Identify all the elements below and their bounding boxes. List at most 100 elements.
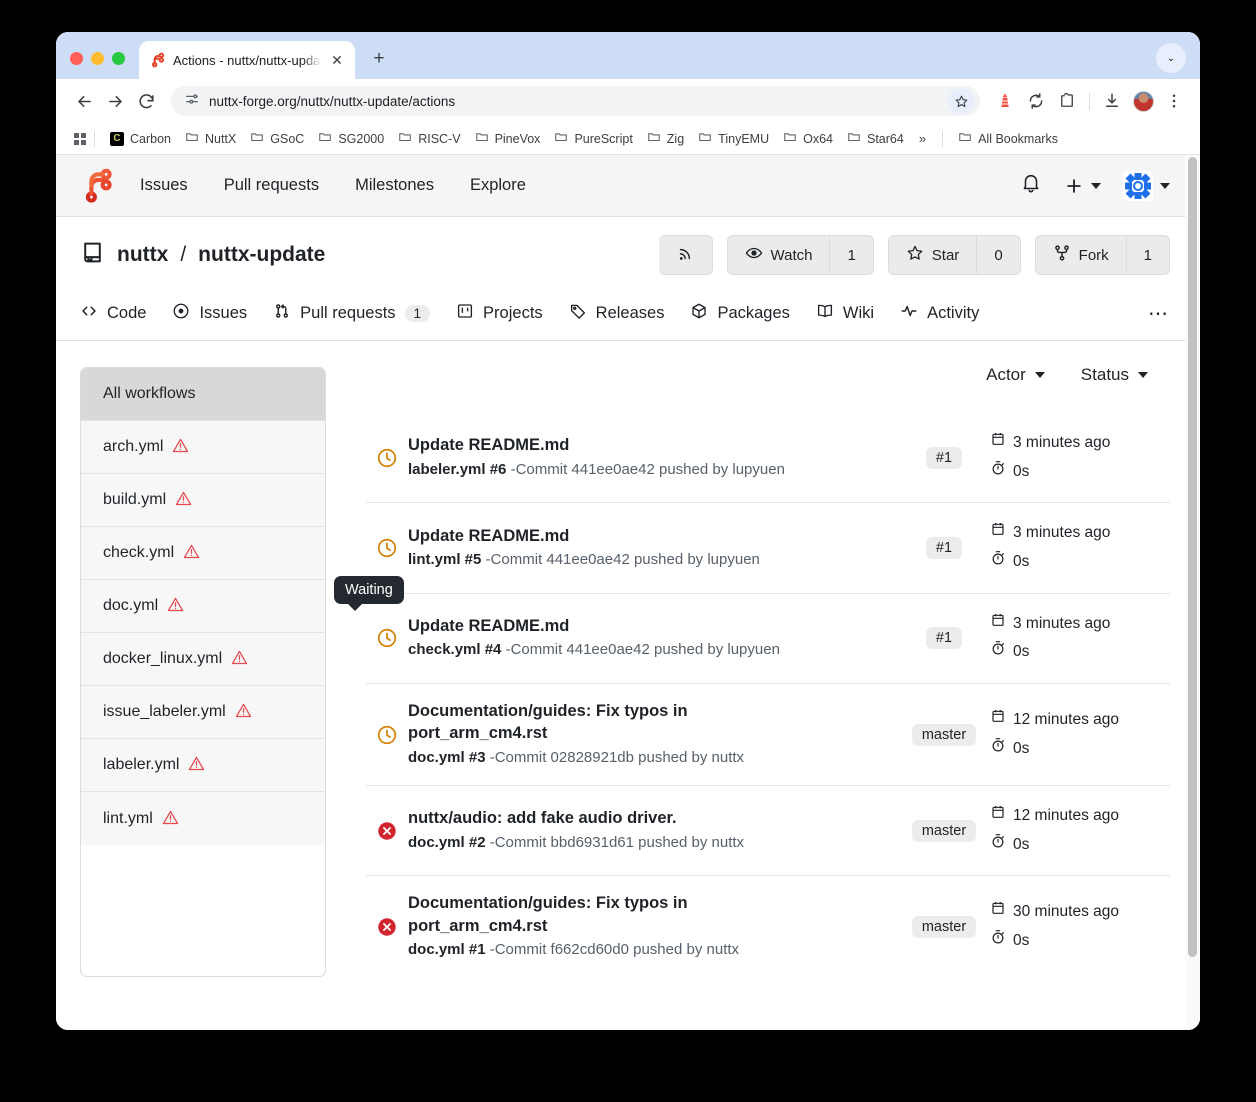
bookmark-pinevox[interactable]: PineVox <box>468 127 548 150</box>
reload-button[interactable] <box>132 87 160 115</box>
table-row[interactable]: Waiting Update README.md check.yml #4 -C… <box>334 575 1170 685</box>
bookmark-tinyemu[interactable]: TinyEMU <box>691 127 776 150</box>
apps-grid-icon[interactable] <box>74 132 86 145</box>
tab-activity[interactable]: Activity <box>900 302 979 339</box>
tab-releases[interactable]: Releases <box>569 302 664 339</box>
repo-tabs-overflow-button[interactable]: ⋯ <box>1148 301 1170 340</box>
close-window-button[interactable] <box>70 52 83 65</box>
bookmark-carbon[interactable]: C Carbon <box>103 129 178 149</box>
star-button[interactable]: Star <box>887 235 978 275</box>
sidebar-item-labeler-yml[interactable]: labeler.yml <box>81 739 325 792</box>
address-bar[interactable]: nuttx-forge.org/nuttx/nuttx-update/actio… <box>171 86 980 116</box>
run-status-waiting-icon[interactable] <box>366 447 408 469</box>
fork-count[interactable]: 1 <box>1126 235 1170 275</box>
new-tab-button[interactable]: + <box>365 45 393 73</box>
bookmark-ox64[interactable]: Ox64 <box>776 127 840 150</box>
nav-explore[interactable]: Explore <box>470 176 526 195</box>
branch-badge[interactable]: #1 <box>925 537 963 560</box>
sidebar-item-all-workflows[interactable]: All workflows <box>81 368 325 421</box>
tab-issues[interactable]: Issues <box>172 302 247 339</box>
branch-badge[interactable]: master <box>911 819 977 842</box>
branch-badge[interactable]: master <box>911 915 977 938</box>
maximize-window-button[interactable] <box>112 52 125 65</box>
run-title[interactable]: Update README.md <box>408 434 768 456</box>
run-workflow[interactable]: check.yml #4 <box>408 641 501 658</box>
run-workflow[interactable]: doc.yml #2 <box>408 834 486 851</box>
tab-wiki[interactable]: Wiki <box>816 302 874 339</box>
tab-projects[interactable]: Projects <box>456 302 543 339</box>
sidebar-item-lint-yml[interactable]: lint.yml <box>81 792 325 845</box>
watch-count[interactable]: 1 <box>830 235 874 275</box>
run-workflow[interactable]: labeler.yml #6 <box>408 461 506 478</box>
tab-pull-requests[interactable]: Pull requests 1 <box>273 302 431 339</box>
nav-pull-requests[interactable]: Pull requests <box>224 176 319 195</box>
download-icon[interactable] <box>1098 87 1126 115</box>
sidebar-item-docker-linux-yml[interactable]: docker_linux.yml <box>81 633 325 686</box>
run-status-waiting-icon[interactable] <box>366 537 408 559</box>
profile-avatar[interactable] <box>1129 87 1157 115</box>
fork-button[interactable]: Fork <box>1034 235 1127 275</box>
repo-owner[interactable]: nuttx <box>117 243 168 267</box>
create-new-button[interactable] <box>1064 176 1101 196</box>
bookmarks-overflow-button[interactable]: » <box>911 131 934 146</box>
bookmark-star-icon[interactable] <box>948 88 974 114</box>
star-count[interactable]: 0 <box>977 235 1021 275</box>
all-bookmarks-button[interactable]: All Bookmarks <box>951 127 1065 150</box>
sidebar-item-doc-yml[interactable]: doc.yml <box>81 580 325 633</box>
run-status-failure-icon[interactable] <box>366 820 408 842</box>
status-filter[interactable]: Status <box>1081 365 1148 385</box>
table-row[interactable]: Update README.md labeler.yml #6 -Commit … <box>366 413 1170 504</box>
repo-name[interactable]: nuttx-update <box>198 243 325 267</box>
table-row[interactable]: Documentation/guides: Fix typos in port_… <box>366 876 1170 977</box>
lighthouse-extension-icon[interactable] <box>991 87 1019 115</box>
run-title[interactable]: Documentation/guides: Fix typos in port_… <box>408 700 768 745</box>
browser-tab[interactable]: Actions - nuttx/nuttx-update - ✕ <box>139 41 355 79</box>
run-workflow[interactable]: doc.yml #1 <box>408 941 486 958</box>
watch-button[interactable]: Watch <box>726 235 831 275</box>
bookmark-nuttx[interactable]: NuttX <box>178 127 243 150</box>
sidebar-item-issue-labeler-yml[interactable]: issue_labeler.yml <box>81 686 325 739</box>
nav-milestones[interactable]: Milestones <box>355 176 434 195</box>
branch-badge[interactable]: #1 <box>925 627 963 650</box>
run-workflow[interactable]: doc.yml #3 <box>408 749 486 766</box>
forward-button[interactable] <box>101 87 129 115</box>
chrome-menu-icon[interactable] <box>1160 87 1188 115</box>
bell-icon[interactable] <box>1020 172 1042 199</box>
table-row[interactable]: nuttx/audio: add fake audio driver. doc.… <box>366 786 1170 877</box>
site-settings-icon[interactable] <box>184 91 200 112</box>
branch-badge[interactable]: #1 <box>925 446 963 469</box>
run-status-waiting-icon[interactable] <box>366 724 408 746</box>
branch-badge[interactable]: master <box>911 723 977 746</box>
user-menu-button[interactable] <box>1123 170 1170 201</box>
scrollbar-thumb[interactable] <box>1188 157 1197 957</box>
minimize-window-button[interactable] <box>91 52 104 65</box>
sidebar-item-arch-yml[interactable]: arch.yml <box>81 421 325 474</box>
run-title[interactable]: nuttx/audio: add fake audio driver. <box>408 807 768 829</box>
run-title[interactable]: Update README.md <box>408 615 768 637</box>
page-scrollbar[interactable] <box>1185 155 1200 1030</box>
forgejo-logo-icon[interactable] <box>80 167 118 205</box>
back-button[interactable] <box>70 87 98 115</box>
sidebar-item-check-yml[interactable]: check.yml <box>81 527 325 580</box>
run-title[interactable]: Update README.md <box>408 525 768 547</box>
bookmark-purescript[interactable]: PureScript <box>547 127 639 150</box>
tab-code[interactable]: Code <box>80 302 146 339</box>
nav-issues[interactable]: Issues <box>140 176 188 195</box>
actor-filter[interactable]: Actor <box>986 365 1045 385</box>
tab-search-chevron-icon[interactable]: ⌄ <box>1156 43 1186 73</box>
tab-packages[interactable]: Packages <box>690 302 790 339</box>
sidebar-item-build-yml[interactable]: build.yml <box>81 474 325 527</box>
run-title[interactable]: Documentation/guides: Fix typos in port_… <box>408 892 768 937</box>
bookmark-risc-v[interactable]: RISC-V <box>391 127 467 150</box>
bookmark-star64[interactable]: Star64 <box>840 127 911 150</box>
bookmark-zig[interactable]: Zig <box>640 127 691 150</box>
close-tab-button[interactable]: ✕ <box>328 51 346 69</box>
sync-icon[interactable] <box>1022 87 1050 115</box>
run-status-waiting-icon[interactable] <box>366 627 408 649</box>
bookmark-sg2000[interactable]: SG2000 <box>311 127 391 150</box>
run-status-failure-icon[interactable] <box>366 916 408 938</box>
bookmark-gsoc[interactable]: GSoC <box>243 127 311 150</box>
extensions-icon[interactable] <box>1053 87 1081 115</box>
table-row[interactable]: Documentation/guides: Fix typos in port_… <box>366 684 1170 787</box>
rss-button[interactable] <box>658 235 713 275</box>
